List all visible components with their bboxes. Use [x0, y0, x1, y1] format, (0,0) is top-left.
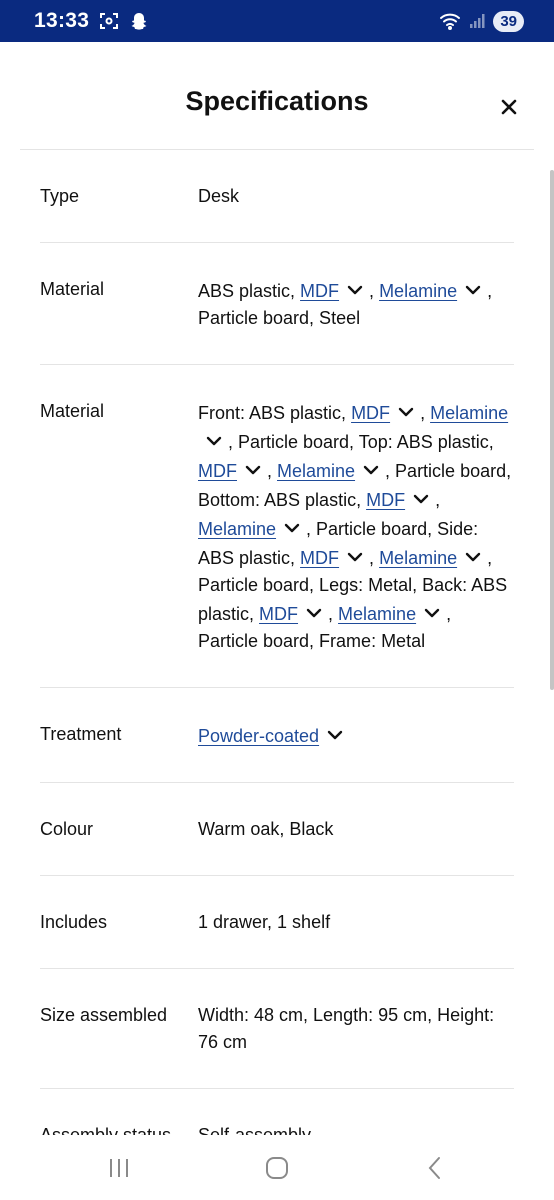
chevron-down-icon[interactable] — [465, 543, 481, 562]
spec-row: Type Desk — [40, 150, 514, 243]
spec-label: Type — [40, 186, 80, 206]
spec-row: Material ABS plastic, MDF, Melamine, Part… — [40, 243, 514, 365]
recents-button[interactable] — [89, 1148, 149, 1188]
page-title: Specifications — [185, 86, 369, 116]
spec-label: Size assembled — [40, 1005, 168, 1025]
spec-text: Width: 48 cm, Length: 95 cm, Height: 76 … — [198, 1005, 495, 1052]
spec-row: Includes 1 drawer, 1 shelf — [40, 876, 514, 969]
material-link[interactable]: MDF — [259, 604, 298, 624]
material-link[interactable]: Melamine — [379, 548, 457, 568]
signal-icon — [469, 13, 485, 29]
chevron-down-icon[interactable] — [424, 599, 440, 618]
material-link[interactable]: Melamine — [277, 461, 355, 481]
scrollbar[interactable] — [549, 170, 554, 690]
status-time: 13:33 — [34, 9, 90, 32]
chevron-down-icon[interactable] — [347, 276, 363, 295]
spec-value: Front: ABS plastic, MDF, Melamine , Parti… — [198, 398, 514, 655]
chevron-down-icon[interactable] — [284, 514, 300, 533]
chevron-down-icon[interactable] — [465, 276, 481, 295]
spec-row: Size assembled Width: 48 cm, Length: 95 c… — [40, 969, 514, 1089]
wifi-icon — [439, 12, 461, 30]
close-button[interactable] — [496, 94, 522, 120]
material-link[interactable]: MDF — [351, 403, 390, 423]
chevron-down-icon[interactable] — [413, 485, 429, 504]
chevron-down-icon[interactable] — [306, 599, 322, 618]
status-right: 39 — [439, 10, 524, 32]
chevron-down-icon[interactable] — [206, 427, 222, 446]
spec-value: Warm oak, Black — [198, 816, 514, 843]
sheet-header: Specifications — [20, 42, 534, 150]
snapchat-icon — [129, 11, 149, 31]
spec-label: Treatment — [40, 724, 122, 744]
material-link[interactable]: MDF — [300, 548, 339, 568]
back-icon — [428, 1156, 440, 1179]
chevron-down-icon[interactable] — [363, 456, 379, 475]
spec-row: Material Front: ABS plastic, MDF, Melamin… — [40, 365, 514, 688]
spec-label: Material — [40, 401, 105, 421]
back-button[interactable] — [405, 1148, 465, 1188]
material-link[interactable]: Melamine — [430, 403, 508, 423]
spec-row: Colour Warm oak, Black — [40, 783, 514, 876]
spec-label: Material — [40, 279, 105, 299]
spec-list: Type Desk Material ABS plastic, MDF, Melami… — [40, 150, 514, 1135]
recents-icon — [110, 1158, 128, 1177]
spec-text: , — [328, 604, 339, 624]
spec-text: Front: ABS plastic, — [198, 403, 352, 423]
spec-text: Warm oak, Black — [198, 819, 334, 839]
screenshot-icon — [99, 12, 119, 30]
status-bar: 13:33 39 — [0, 0, 554, 42]
spec-text: 1 drawer, 1 shelf — [198, 912, 331, 932]
material-link[interactable]: Powder-coated — [198, 726, 319, 746]
home-button[interactable] — [247, 1148, 307, 1188]
chevron-down-icon[interactable] — [347, 543, 363, 562]
spec-label: Assembly status — [40, 1125, 172, 1135]
spec-text: , — [369, 281, 380, 301]
spec-value: 1 drawer, 1 shelf — [198, 909, 514, 936]
spec-row: Treatment Powder-coated — [40, 688, 514, 783]
spec-label: Colour — [40, 819, 94, 839]
spec-text: Desk — [198, 186, 240, 206]
chevron-down-icon[interactable] — [327, 721, 343, 740]
spec-text: , Particle board, Top: ABS plastic, — [228, 432, 494, 452]
chevron-down-icon[interactable] — [398, 398, 414, 417]
chevron-down-icon[interactable] — [245, 456, 261, 475]
spec-text: , — [267, 461, 278, 481]
spec-text: , — [435, 490, 441, 510]
material-link[interactable]: MDF — [366, 490, 405, 510]
spec-text: , — [420, 403, 431, 423]
spec-text: , — [369, 548, 380, 568]
scrollbar-thumb[interactable] — [550, 170, 554, 690]
status-left: 13:33 — [34, 9, 149, 33]
material-link[interactable]: Melamine — [338, 604, 416, 624]
material-link[interactable]: MDF — [300, 281, 339, 301]
spec-text: Self-assembly — [198, 1125, 312, 1135]
close-icon — [501, 99, 517, 115]
material-link[interactable]: Melamine — [379, 281, 457, 301]
spec-value: Width: 48 cm, Length: 95 cm, Height: 76 … — [198, 1002, 514, 1056]
spec-value: Self-assembly — [198, 1122, 514, 1135]
material-link[interactable]: Melamine — [198, 519, 276, 539]
spec-value: Powder-coated — [198, 721, 514, 750]
system-nav-bar — [0, 1135, 554, 1200]
spec-text: ABS plastic, — [198, 281, 301, 301]
spec-row: Assembly status Self-assembly — [40, 1089, 514, 1135]
spec-label: Includes — [40, 912, 108, 932]
spec-value: ABS plastic, MDF, Melamine, Particle boa… — [198, 276, 514, 332]
material-link[interactable]: MDF — [198, 461, 237, 481]
home-icon — [266, 1156, 288, 1179]
battery-level: 39 — [493, 10, 524, 32]
spec-value: Desk — [198, 183, 514, 210]
